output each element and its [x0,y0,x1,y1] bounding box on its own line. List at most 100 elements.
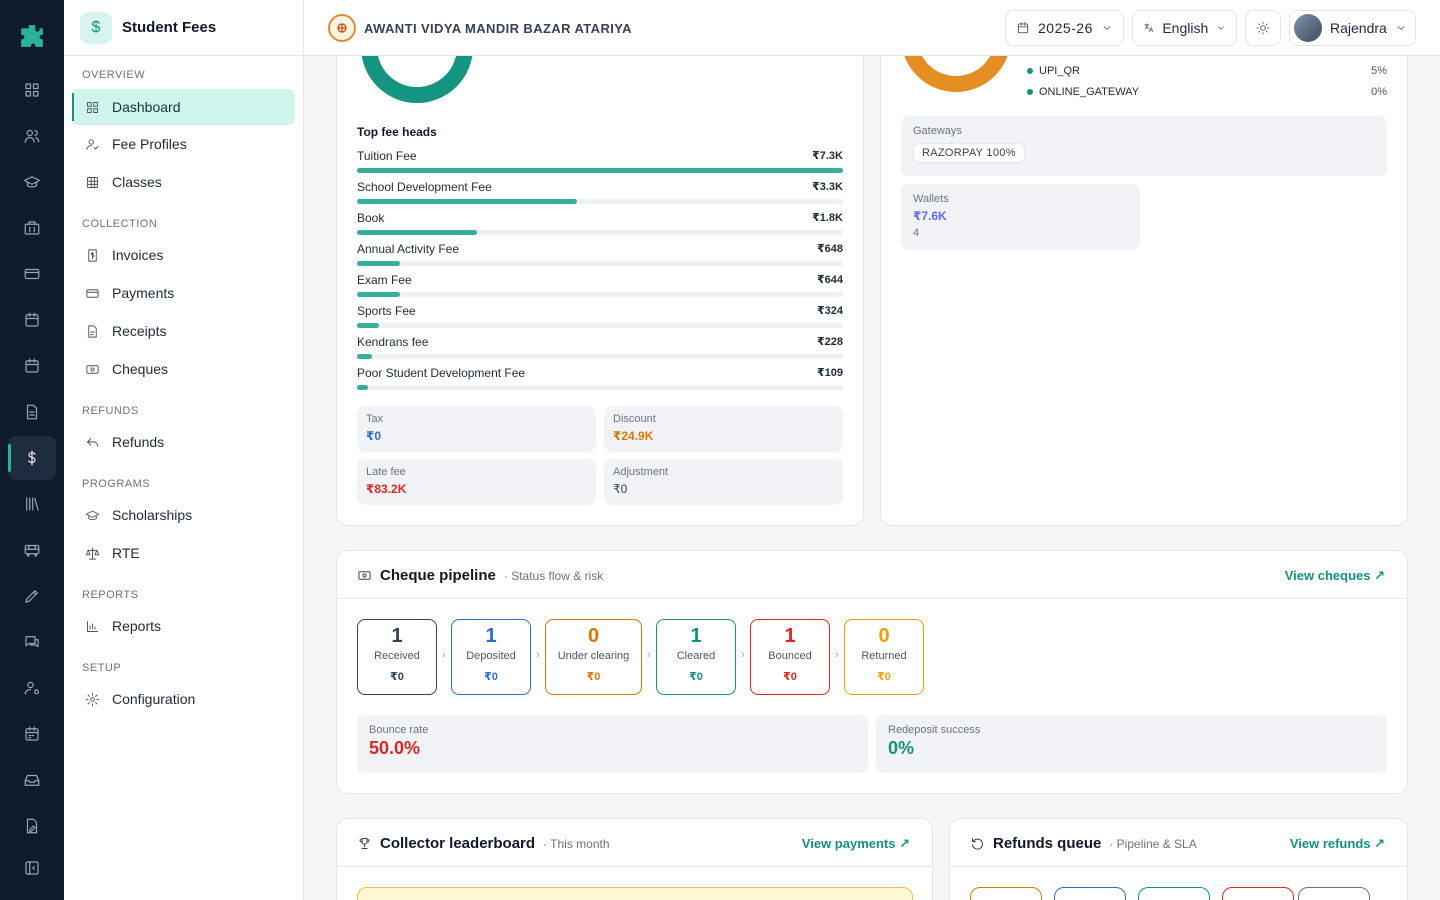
wallets-value: ₹7.6K [913,209,947,223]
rail-schedule-icon[interactable] [8,712,56,756]
cheque-stage-returned[interactable]: 0 Returned ₹0 [844,619,924,695]
cheque-stage-received[interactable]: 1 Received ₹0 [357,619,437,695]
fee-head-row: Kendrans fee ₹228 [357,335,843,359]
receipt-icon [88,324,97,338]
rail-messages-icon[interactable] [8,620,56,664]
fee-head-amount: ₹324 [816,305,843,317]
section-reports: REPORTS [82,589,139,601]
stage-count: 1 [784,625,796,647]
sidebar-item-invoices[interactable]: Invoices [72,237,295,273]
refunds-queue-subtitle: · Pipeline & SLA [1109,836,1197,851]
stage-count: 0 [878,625,890,647]
chevron-right-icon: › [536,649,540,661]
sidebar-item-rte[interactable]: RTE [72,535,295,571]
banknote-icon [358,571,371,580]
sidebar-item-scholarships[interactable]: Scholarships [72,497,295,533]
sidebar-item-fee-profiles[interactable]: Fee Profiles [72,126,295,162]
rail-dashboard-icon[interactable] [8,68,56,112]
stage-label: Returned [861,650,907,662]
rail-building-icon[interactable] [8,206,56,250]
chevron-down-icon [1397,26,1405,30]
rail-graduation-cap-icon[interactable] [8,160,56,204]
section-programs: PROGRAMS [82,478,151,490]
chevron-right-icon: › [442,649,446,661]
academic-year-select[interactable]: 2025-26 [1005,10,1124,46]
fee-heads-title: Top fee heads [357,125,437,139]
rail-users-icon[interactable] [8,114,56,158]
sidebar-item-payments[interactable]: Payments [72,275,295,311]
graduation-cap-icon [85,510,100,520]
rail-bus-icon[interactable] [8,528,56,572]
sidebar-item-label: Payments [112,285,175,301]
fee-head-bar-fill [357,230,477,235]
view-refunds-link[interactable]: View refunds ↗ [1290,836,1385,852]
sidebar-item-label: Classes [112,174,162,190]
discount-tile: Discount ₹24.9K [604,406,843,452]
credit-card-icon [86,288,99,298]
rail-library-icon[interactable] [8,482,56,526]
top-bar: AWANTI VIDYA MANDIR BAZAR ATARIYA 2025-2… [304,0,1440,56]
fee-head-row: Sports Fee ₹324 [357,304,843,328]
gateways-label: Gateways [913,125,962,137]
sidebar-item-label: Refunds [112,434,165,450]
view-payments-link[interactable]: View payments ↗ [802,836,910,852]
rail-collapse-icon[interactable] [8,846,56,890]
wallets-tile: Wallets ₹7.6K 4 [901,184,1140,250]
rail-calendar-check-icon[interactable] [8,344,56,388]
sidebar-item-dashboard[interactable]: Dashboard [72,89,295,125]
cheque-stage-under-clearing[interactable]: 0 Under clearing ₹0 [545,619,642,695]
user-menu-button[interactable]: Rajendra [1289,10,1416,46]
fee-head-bar-fill [357,385,368,390]
rail-pen-tool-icon[interactable] [8,574,56,618]
fee-head-row: Tuition Fee ₹7.3K [357,149,843,173]
sidebar-item-receipts[interactable]: Receipts [72,313,295,349]
stage-count: 0 [587,625,600,647]
theme-toggle-button[interactable] [1245,10,1281,46]
user-icon [86,138,99,150]
sidebar-item-classes[interactable]: Classes [72,164,295,200]
rail-dollar-icon[interactable] [8,436,56,480]
fee-head-row: Poor Student Development Fee ₹109 [357,366,843,390]
refund-stage [1298,887,1370,900]
cheque-stage-cleared[interactable]: 1 Cleared ₹0 [656,619,736,695]
view-cheques-link[interactable]: View cheques ↗ [1285,568,1385,584]
trophy-icon [359,838,370,849]
rail-file-edit-icon[interactable] [8,804,56,848]
sidebar-item-label: Scholarships [112,507,193,523]
cheque-stage-deposited[interactable]: 1 Deposited ₹0 [451,619,531,695]
sidebar-item-label: Fee Profiles [112,136,187,152]
rail-inbox-icon[interactable] [8,758,56,802]
sidebar-item-label: RTE [112,545,140,561]
stage-label: Under clearing [557,650,630,662]
fee-head-name: Kendrans fee [357,335,429,349]
language-select[interactable]: English [1132,10,1237,46]
fee-head-bar-fill [357,168,843,173]
cheque-stage-bounced[interactable]: 1 Bounced ₹0 [750,619,830,695]
refunds-queue-card: Refunds queue · Pipeline & SLA View refu… [949,818,1408,900]
fee-head-bar-track [357,199,843,204]
sidebar-item-reports[interactable]: Reports [72,608,295,644]
fee-head-amount: ₹3.3K [812,181,843,193]
rail-user-settings-icon[interactable] [8,666,56,710]
school-name-text: AWANTI VIDYA MANDIR BAZAR ATARIYA [364,20,632,36]
section-overview: OVERVIEW [82,69,146,81]
translate-icon [1144,23,1154,33]
leaderboard-card: Collector leaderboard · This month View … [336,818,933,900]
stage-label: Cleared [676,650,716,662]
fee-head-bar-track [357,230,843,235]
app-logo[interactable] [19,20,45,52]
module-title: Student Fees [122,19,217,36]
rail-calendar-icon[interactable] [8,298,56,342]
fee-heads-card: Top fee heads Tuition Fee ₹7.3K School Dev… [336,20,864,526]
bar-chart-icon [87,620,98,632]
redeposit-label: Redeposit success [888,724,981,736]
sidebar-item-configuration[interactable]: Configuration [72,681,295,717]
puzzle-logo-icon [21,25,43,47]
cheque-pipeline-title: Cheque pipeline [380,567,496,584]
rail-document-icon[interactable] [8,390,56,434]
rail-card-icon[interactable] [8,252,56,296]
stage-count: 1 [690,625,702,647]
sidebar-item-cheques[interactable]: Cheques [72,351,295,387]
fee-head-bar-track [357,292,843,297]
sidebar-item-refunds[interactable]: Refunds [72,424,295,460]
